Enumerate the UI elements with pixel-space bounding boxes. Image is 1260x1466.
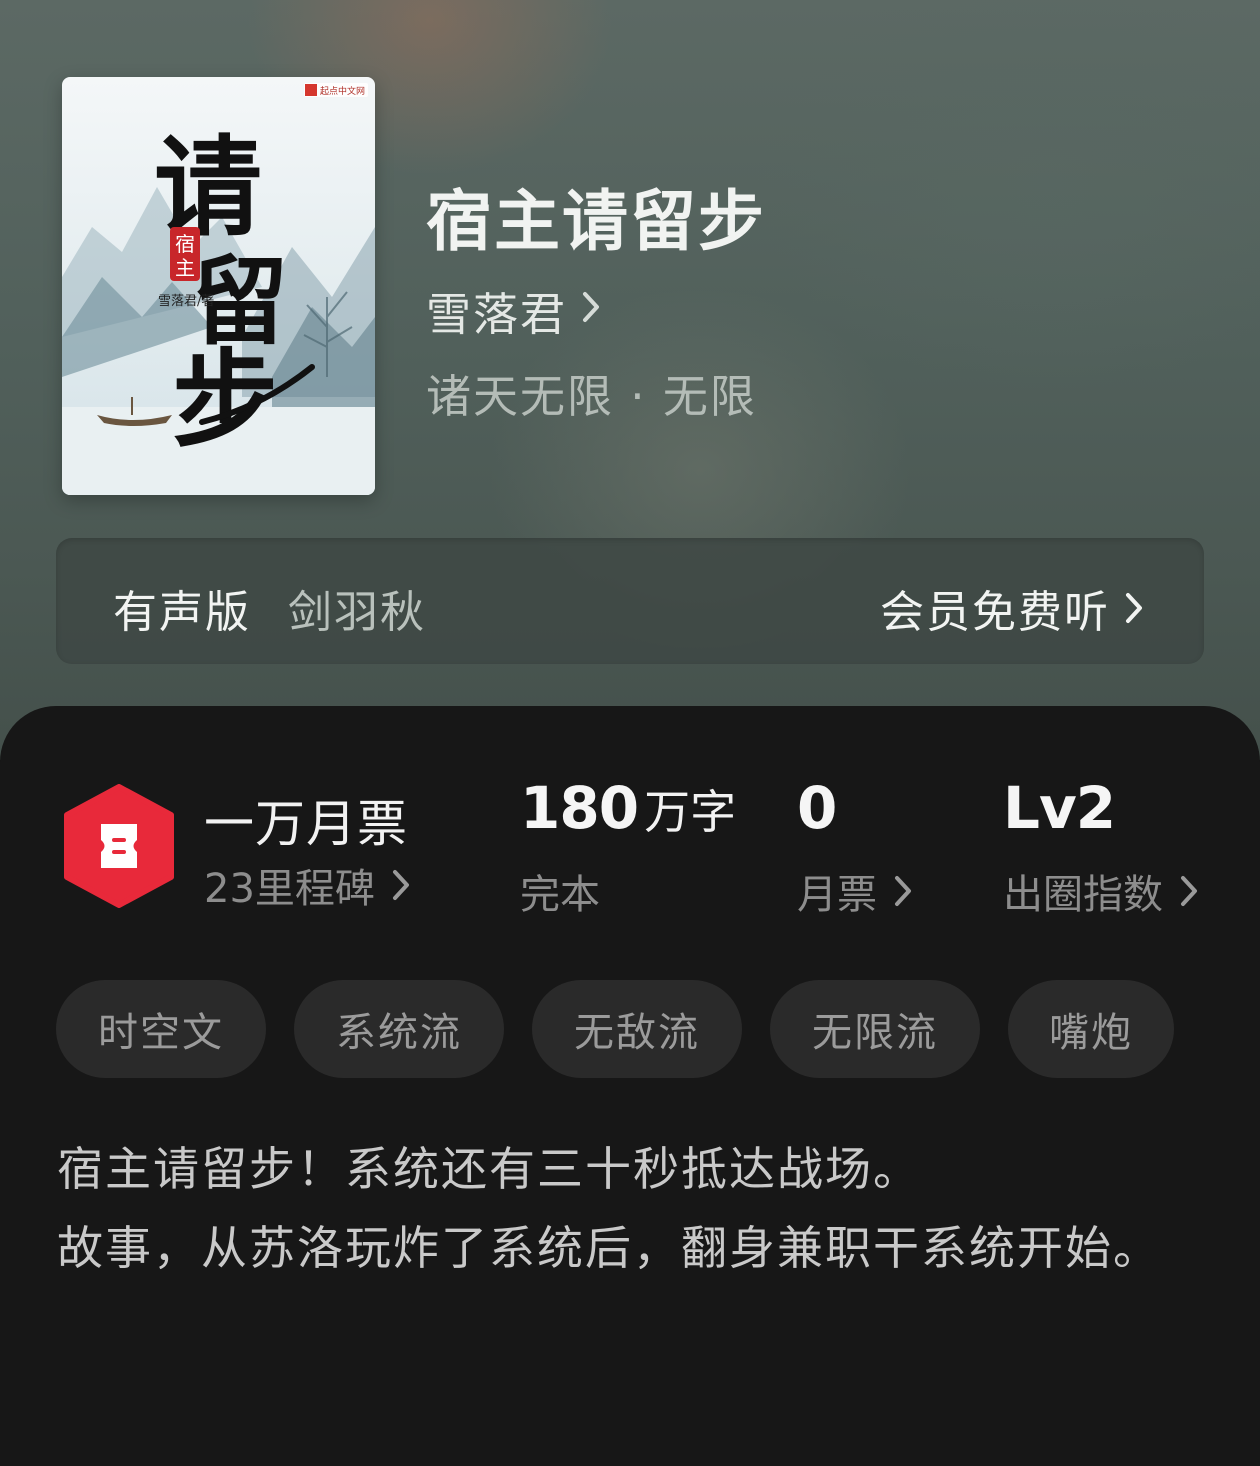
popularity-index-label: 出圈指数: [1003, 872, 1163, 918]
word-count: 180 万字: [520, 774, 736, 842]
word-count-unit: 万字: [644, 785, 737, 839]
book-synopsis[interactable]: 宿主请留步！系统还有三十秒抵达战场。 故事，从苏洛玩炸了系统后，翻身兼职干系统开…: [57, 1130, 1207, 1288]
completion-status: 完本: [520, 872, 600, 918]
audiobook-bar[interactable]: 有声版 剑羽秋 会员免费听: [56, 538, 1204, 664]
monthly-votes-label: 月票: [797, 872, 877, 918]
tag-chip[interactable]: 无限流: [770, 980, 980, 1078]
listen-free-button[interactable]: 会员免费听: [880, 576, 1146, 640]
cover-seal: 宿: [175, 232, 195, 256]
tag-chip[interactable]: 系统流: [294, 980, 504, 1078]
monthly-ticket-icon[interactable]: [62, 784, 176, 908]
popularity-level-value: Lv2: [1003, 774, 1116, 842]
tag-chip[interactable]: 无敌流: [532, 980, 742, 1078]
listen-free-label: 会员免费听: [880, 587, 1110, 638]
chevron-right-icon: [1126, 593, 1142, 623]
monthly-votes-number: 0: [797, 774, 837, 842]
popularity-index-link[interactable]: 出圈指数: [1003, 862, 1205, 920]
cover-art: 起点中文网 请 留 步 宿 主 雪落君/著: [62, 77, 375, 495]
book-cover[interactable]: 起点中文网 请 留 步 宿 主 雪落君/著: [62, 77, 375, 495]
cover-seal-2: 主: [175, 256, 195, 280]
word-count-number: 180: [520, 774, 639, 842]
synopsis-line: 宿主请留步！系统还有三十秒抵达战场。: [57, 1142, 921, 1196]
cover-author-credit: 雪落君/著: [158, 294, 214, 309]
monthly-votes-link[interactable]: 月票: [797, 862, 919, 920]
synopsis-line: 故事，从苏洛玩炸了系统后，翻身兼职干系统开始。: [57, 1221, 1161, 1275]
cover-publisher-mark: 起点中文网: [320, 85, 365, 97]
chevron-right-icon: [581, 290, 603, 331]
chevron-right-icon: [895, 876, 911, 906]
audiobook-label: 有声版: [113, 587, 251, 638]
chevron-right-icon: [1181, 876, 1197, 906]
tag-chip[interactable]: 时空文: [56, 980, 266, 1078]
ticket-rank[interactable]: 一万月票: [204, 784, 408, 856]
author-link[interactable]: 雪落君: [426, 278, 603, 343]
author-name: 雪落君: [426, 288, 568, 341]
book-title: 宿主请留步: [426, 182, 766, 260]
milestone-label: 23里程碑: [204, 866, 375, 912]
milestone-link[interactable]: 23里程碑: [204, 856, 417, 914]
tag-list: 时空文 系统流 无敌流 无限流 嘴炮: [56, 980, 1174, 1078]
chevron-right-icon: [392, 870, 409, 900]
tag-chip[interactable]: 嘴炮: [1008, 980, 1174, 1078]
monthly-votes-value: 0: [797, 774, 837, 842]
book-header-background: 起点中文网 请 留 步 宿 主 雪落君/著 宿主请留步 雪落君 诸天无限 · 无…: [0, 0, 1260, 760]
popularity-level: Lv2: [1003, 774, 1116, 842]
audiobook-narrator: 剑羽秋: [288, 587, 426, 638]
genre-category: 诸天无限 · 无限: [426, 370, 757, 423]
